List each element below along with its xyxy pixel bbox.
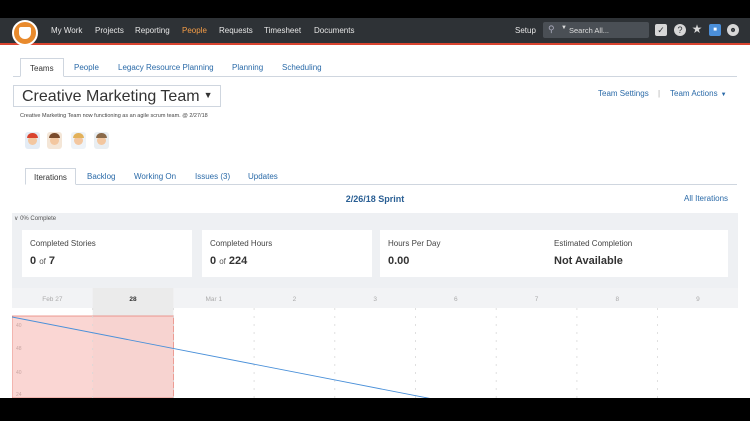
chevron-down-icon: ▼	[720, 92, 727, 98]
search-placeholder: Search All...	[569, 26, 610, 35]
subtab-backlog[interactable]: Backlog	[87, 168, 115, 185]
lion-logo-icon[interactable]	[12, 20, 38, 46]
nav-people[interactable]: People	[182, 26, 207, 35]
burndown-chart: Feb 27 28 Mar 1 2 3 6 7 8 9 40 48 40 24	[12, 288, 738, 398]
team-member-avatar[interactable]	[25, 132, 40, 149]
y-tick-label: 40	[16, 323, 22, 329]
y-tick-label: 48	[16, 346, 22, 352]
date-label: 7	[535, 296, 539, 303]
stat-value: Not Available	[554, 255, 623, 267]
team-member-avatar[interactable]	[71, 132, 86, 149]
user-avatar-icon[interactable]: ☻	[727, 24, 739, 36]
global-search-input[interactable]: ⚲ ▼ Search All...	[543, 22, 649, 38]
y-tick-label: 40	[16, 370, 22, 376]
checkbox-icon[interactable]: ✓	[655, 24, 667, 36]
team-actions-menu[interactable]: Team Actions ▼	[670, 89, 727, 98]
team-description: Creative Marketing Team now functioning …	[20, 113, 208, 119]
date-label: 28	[129, 296, 137, 303]
tab-people[interactable]: People	[74, 58, 99, 77]
nav-reporting[interactable]: Reporting	[135, 26, 170, 35]
date-label: 6	[454, 296, 458, 303]
tab-teams[interactable]: Teams	[20, 58, 64, 77]
subtab-issues[interactable]: Issues (3)	[195, 168, 230, 185]
date-label: 8	[615, 296, 619, 303]
tab-planning[interactable]: Planning	[232, 58, 263, 77]
team-selector[interactable]: Creative Marketing Team ▼	[13, 85, 222, 107]
team-member-avatar[interactable]	[47, 132, 62, 149]
sprint-title: 2/26/18 Sprint	[345, 194, 405, 204]
stat-completed-stories: Completed Stories 0 of 7	[22, 230, 192, 277]
iteration-subtabs: Iterations Backlog Working On Issues (3)…	[25, 168, 737, 185]
tab-legacy-resource-planning[interactable]: Legacy Resource Planning	[118, 58, 214, 77]
nav-projects[interactable]: Projects	[95, 26, 124, 35]
team-title: Creative Marketing Team	[22, 88, 200, 105]
stat-value: 0 of 7	[30, 255, 56, 267]
chevron-down-icon[interactable]: ▼	[561, 25, 567, 31]
app-window: My Work Projects Reporting People Reques…	[0, 18, 750, 398]
y-tick-label: 24	[16, 392, 22, 398]
stat-hours-per-day: Hours Per Day 0.00	[380, 230, 550, 277]
people-tabs: Teams People Legacy Resource Planning Pl…	[13, 58, 737, 77]
stat-value: 0 of 224	[210, 255, 248, 267]
nav-setup[interactable]: Setup	[515, 26, 536, 35]
team-actions-label: Team Actions	[670, 89, 718, 98]
all-iterations-link[interactable]: All Iterations	[684, 194, 728, 203]
subtab-working-on[interactable]: Working On	[134, 168, 176, 185]
nav-timesheet[interactable]: Timesheet	[264, 26, 301, 35]
subtab-iterations[interactable]: Iterations	[25, 168, 76, 185]
separator: |	[658, 89, 661, 98]
stat-estimated-completion: Estimated Completion Not Available	[546, 230, 728, 277]
complete-toggle[interactable]: ∨ 0% Complete	[14, 215, 56, 222]
tab-scheduling[interactable]: Scheduling	[282, 58, 322, 77]
subtab-updates[interactable]: Updates	[248, 168, 278, 185]
date-label: 9	[696, 296, 700, 303]
stat-label: Estimated Completion	[554, 239, 633, 248]
stat-label: Hours Per Day	[388, 239, 441, 248]
date-label: 2	[293, 296, 297, 303]
star-icon[interactable]: ★	[691, 22, 703, 36]
video-frame: My Work Projects Reporting People Reques…	[0, 0, 750, 421]
date-label: 3	[373, 296, 377, 303]
stat-completed-hours: Completed Hours 0 of 224	[202, 230, 372, 277]
chevron-down-icon: ▼	[203, 90, 213, 100]
team-member-avatar[interactable]	[94, 132, 109, 149]
stat-label: Completed Stories	[30, 239, 96, 248]
complete-percentage: 0% Complete	[20, 216, 57, 222]
top-navigation-bar: My Work Projects Reporting People Reques…	[0, 18, 750, 46]
team-settings-link[interactable]: Team Settings	[598, 89, 649, 98]
help-icon[interactable]: ?	[674, 24, 686, 36]
date-label: Feb 27	[42, 296, 63, 303]
stat-value: 0.00	[388, 255, 410, 267]
notifications-icon[interactable]: ■	[709, 24, 721, 36]
nav-requests[interactable]: Requests	[219, 26, 253, 35]
date-label: Mar 1	[205, 296, 222, 303]
nav-documents[interactable]: Documents	[314, 26, 354, 35]
search-icon: ⚲	[548, 24, 555, 34]
stat-label: Completed Hours	[210, 239, 273, 248]
nav-my-work[interactable]: My Work	[51, 26, 82, 35]
